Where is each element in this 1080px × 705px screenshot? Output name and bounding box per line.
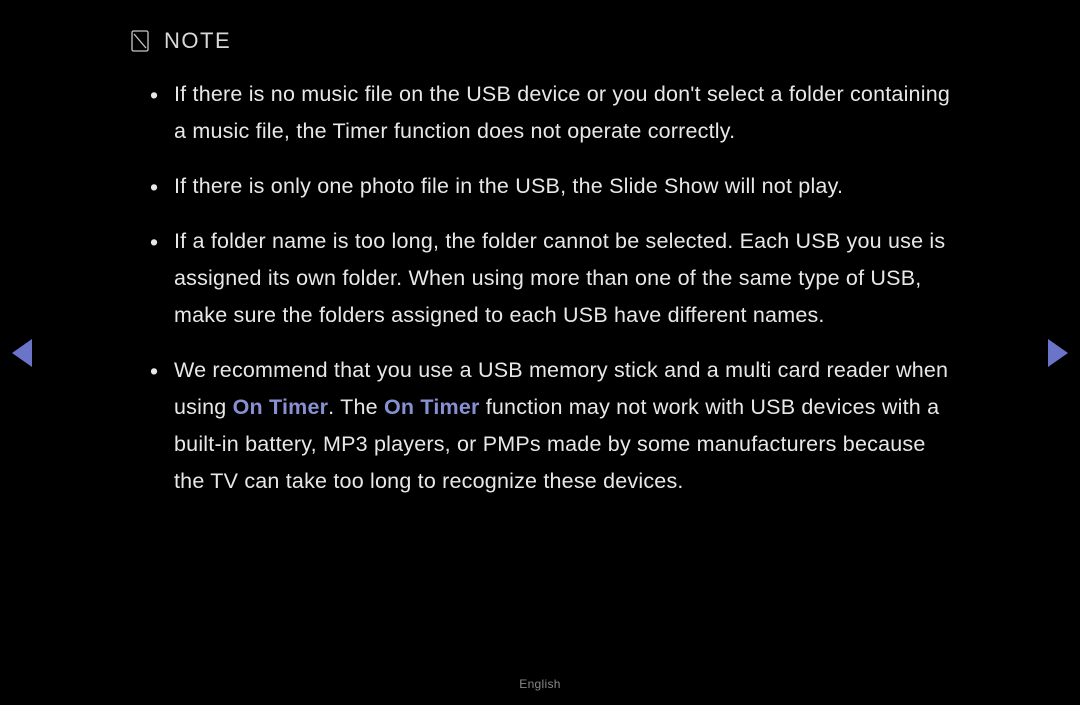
list-item: If there is only one photo file in the U… <box>174 168 950 205</box>
nav-left-arrow[interactable] <box>12 339 32 367</box>
list-item: We recommend that you use a USB memory s… <box>174 352 950 500</box>
bullet-list: If there is no music file on the USB dev… <box>130 76 950 500</box>
body-text: If there is no music file on the USB dev… <box>174 82 950 143</box>
nav-right-arrow[interactable] <box>1048 339 1068 367</box>
highlight-text: On Timer <box>233 395 329 419</box>
list-item: If there is no music file on the USB dev… <box>174 76 950 150</box>
note-content: NOTE If there is no music file on the US… <box>0 0 1080 500</box>
body-text: . The <box>328 395 384 419</box>
note-icon <box>130 30 150 52</box>
list-item: If a folder name is too long, the folder… <box>174 223 950 334</box>
note-title: NOTE <box>164 28 231 54</box>
footer-language: English <box>519 677 560 691</box>
note-header: NOTE <box>130 28 950 54</box>
body-text: If a folder name is too long, the folder… <box>174 229 945 327</box>
body-text: If there is only one photo file in the U… <box>174 174 843 198</box>
highlight-text: On Timer <box>384 395 480 419</box>
